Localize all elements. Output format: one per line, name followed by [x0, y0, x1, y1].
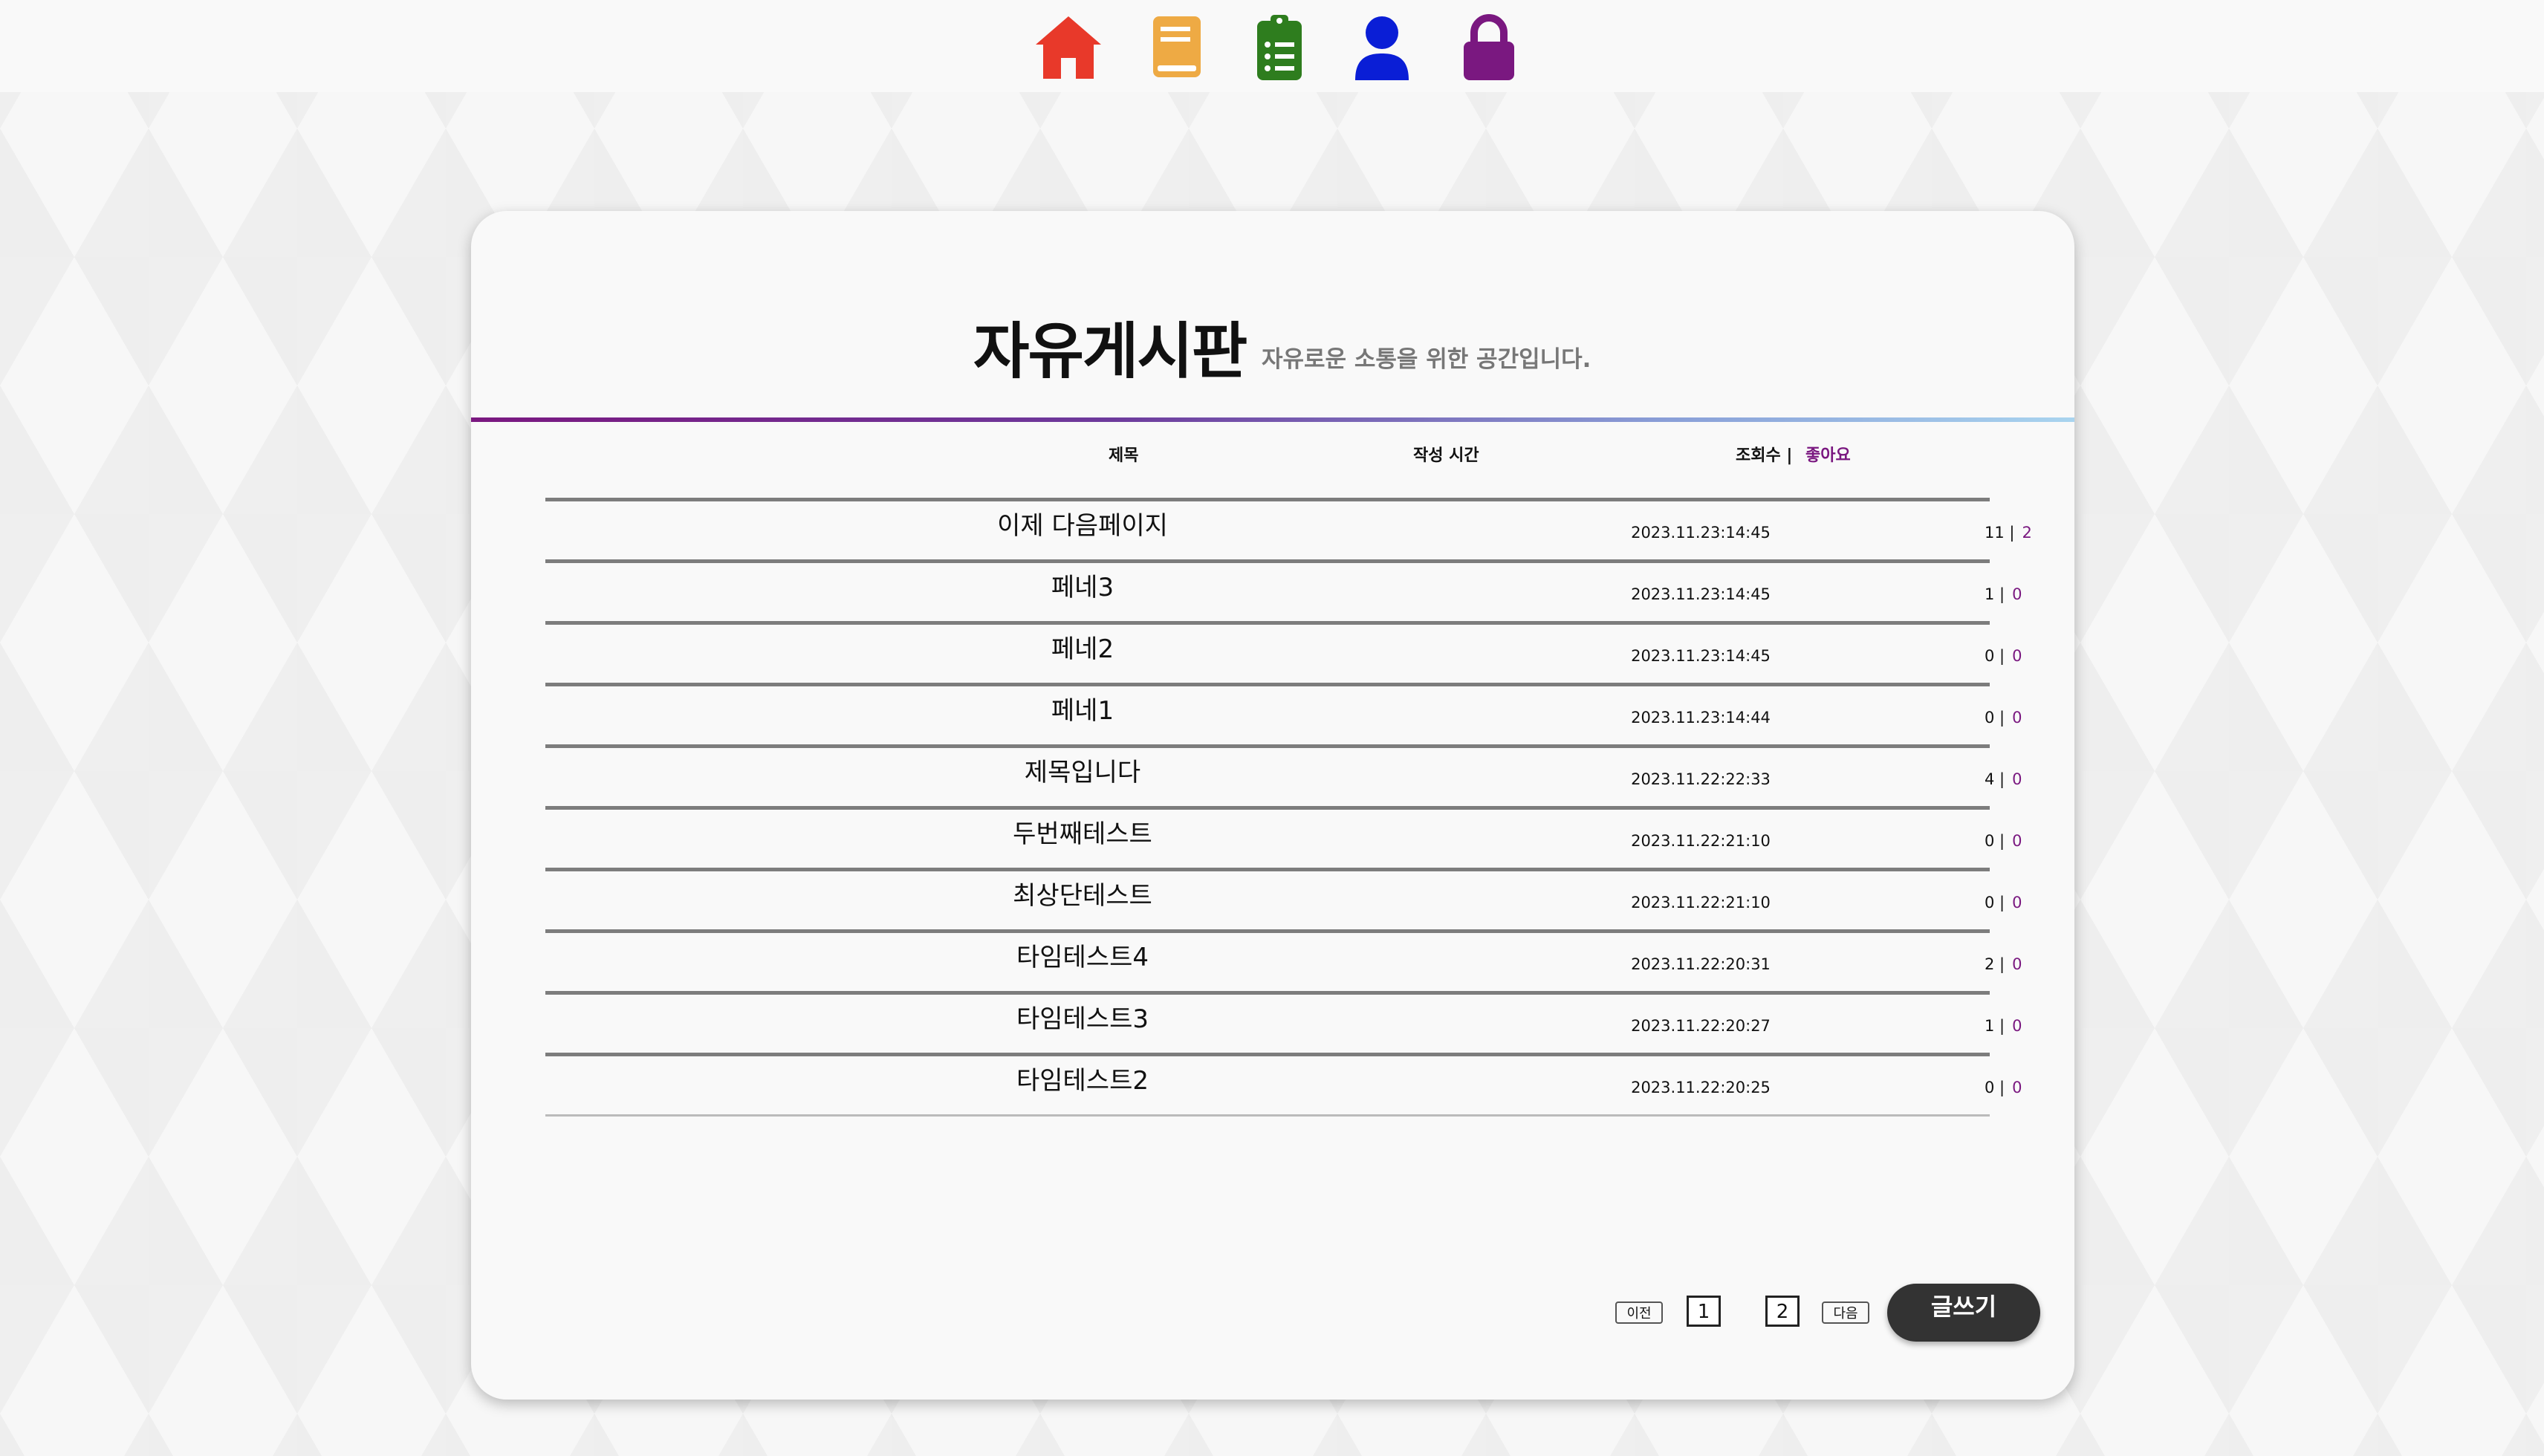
page-1-button[interactable]: 1 [1687, 1296, 1721, 1327]
post-views: 0 | [1985, 894, 2005, 911]
post-likes: 0 [2012, 955, 2022, 973]
post-views: 0 | [1985, 1079, 2005, 1096]
post-title-link[interactable]: 두번째테스트 [545, 810, 1620, 859]
prev-page-button[interactable]: 이전 [1615, 1301, 1663, 1324]
post-title-link[interactable]: 타임테스트3 [545, 995, 1620, 1044]
board-header: 자유게시판 자유로운 소통을 위한 공간입니다. [471, 300, 2074, 404]
post-likes: 0 [2012, 832, 2022, 850]
post-stats: 0 | 0 [1985, 625, 2022, 687]
post-views: 1 | [1985, 1017, 2005, 1035]
post-likes: 0 [2012, 709, 2022, 727]
book-icon[interactable] [1140, 10, 1214, 85]
table-row[interactable]: 타임테스트4 2023.11.22:20:31 2 | 0 [545, 929, 2022, 991]
table-row[interactable]: 타임테스트2 2023.11.22:20:25 0 | 0 [545, 1053, 2022, 1117]
table-row[interactable]: 이제 다음페이지 2023.11.23:14:45 11 | 2 [545, 498, 2032, 559]
table-row[interactable]: 타임테스트3 2023.11.22:20:27 1 | 0 [545, 991, 2022, 1053]
next-page-button[interactable]: 다음 [1822, 1301, 1869, 1324]
post-time: 2023.11.23:14:45 [1631, 585, 1771, 603]
post-stats: 0 | 0 [1985, 810, 2022, 872]
post-stats: 0 | 0 [1985, 686, 2022, 749]
post-likes: 2 [2022, 524, 2032, 542]
post-time: 2023.11.22:20:25 [1631, 1079, 1771, 1096]
page-2-button[interactable]: 2 [1765, 1296, 1800, 1327]
post-stats: 1 | 0 [1985, 995, 2022, 1057]
post-title-link[interactable]: 페네3 [545, 563, 1620, 612]
table-row[interactable]: 제목입니다 2023.11.22:22:33 4 | 0 [545, 744, 2022, 806]
column-title-header: 제목 [1109, 446, 1139, 465]
post-stats: 4 | 0 [1985, 748, 2022, 810]
page-title: 자유게시판 [973, 316, 1247, 387]
lock-icon[interactable] [1452, 10, 1526, 85]
post-views: 0 | [1985, 647, 2005, 665]
post-views: 1 | [1985, 585, 2005, 603]
post-views: 0 | [1985, 709, 2005, 727]
page-subtitle: 자유로운 소통을 위한 공간입니다. [1262, 346, 1591, 373]
table-row[interactable]: 페네3 2023.11.23:14:45 1 | 0 [545, 559, 2022, 621]
post-time: 2023.11.22:21:10 [1631, 894, 1771, 911]
post-views: 4 | [1985, 770, 2005, 788]
column-time-header: 작성 시간 [1413, 446, 1479, 465]
post-likes: 0 [2012, 1017, 2022, 1035]
table-header: 제목 작성 시간 조회수 | 좋아요 [471, 434, 2074, 478]
column-likes-header: 좋아요 [1805, 446, 1851, 465]
post-title-link[interactable]: 페네1 [545, 686, 1620, 735]
post-stats: 0 | 0 [1985, 871, 2022, 934]
top-navbar [0, 0, 2544, 92]
post-views: 0 | [1985, 832, 2005, 850]
post-likes: 0 [2012, 894, 2022, 911]
post-time: 2023.11.22:22:33 [1631, 770, 1771, 788]
post-likes: 0 [2012, 770, 2022, 788]
write-post-button[interactable]: 글쓰기 [1887, 1284, 2040, 1342]
post-stats: 1 | 0 [1985, 563, 2022, 625]
post-likes: 0 [2012, 585, 2022, 603]
post-views: 2 | [1985, 955, 2005, 973]
post-title-link[interactable]: 이제 다음페이지 [545, 501, 1620, 550]
post-likes: 0 [2012, 1079, 2022, 1096]
home-icon[interactable] [1031, 10, 1106, 85]
clipboard-list-icon[interactable] [1242, 10, 1317, 85]
post-views: 11 | [1985, 524, 2015, 542]
post-time: 2023.11.23:14:45 [1631, 524, 1771, 542]
post-stats: 11 | 2 [1985, 501, 2032, 564]
table-row[interactable]: 두번째테스트 2023.11.22:21:10 0 | 0 [545, 806, 2022, 868]
post-time: 2023.11.22:20:31 [1631, 955, 1771, 973]
user-icon[interactable] [1345, 10, 1419, 85]
post-time: 2023.11.23:14:45 [1631, 647, 1771, 665]
post-time: 2023.11.23:14:44 [1631, 709, 1771, 727]
column-views-header: 조회수 | [1736, 446, 1793, 465]
post-stats: 2 | 0 [1985, 933, 2022, 995]
table-row[interactable]: 페네2 2023.11.23:14:45 0 | 0 [545, 621, 2022, 683]
table-row[interactable]: 최상단테스트 2023.11.22:21:10 0 | 0 [545, 868, 2022, 929]
post-time: 2023.11.22:20:27 [1631, 1017, 1771, 1035]
post-time: 2023.11.22:21:10 [1631, 832, 1771, 850]
post-title-link[interactable]: 제목입니다 [545, 748, 1620, 797]
post-stats: 0 | 0 [1985, 1056, 2022, 1119]
post-title-link[interactable]: 타임테스트4 [545, 933, 1620, 982]
post-title-link[interactable]: 페네2 [545, 625, 1620, 674]
post-title-link[interactable]: 최상단테스트 [545, 871, 1620, 920]
table-row[interactable]: 페네1 2023.11.23:14:44 0 | 0 [545, 683, 2022, 744]
post-likes: 0 [2012, 647, 2022, 665]
post-list: 이제 다음페이지 2023.11.23:14:45 11 | 2 페네3 2023… [545, 498, 2032, 1117]
post-title-link[interactable]: 타임테스트2 [545, 1056, 1620, 1105]
header-divider [471, 417, 2074, 422]
board-card: 자유게시판 자유로운 소통을 위한 공간입니다. 제목 작성 시간 조회수 | … [471, 211, 2074, 1400]
